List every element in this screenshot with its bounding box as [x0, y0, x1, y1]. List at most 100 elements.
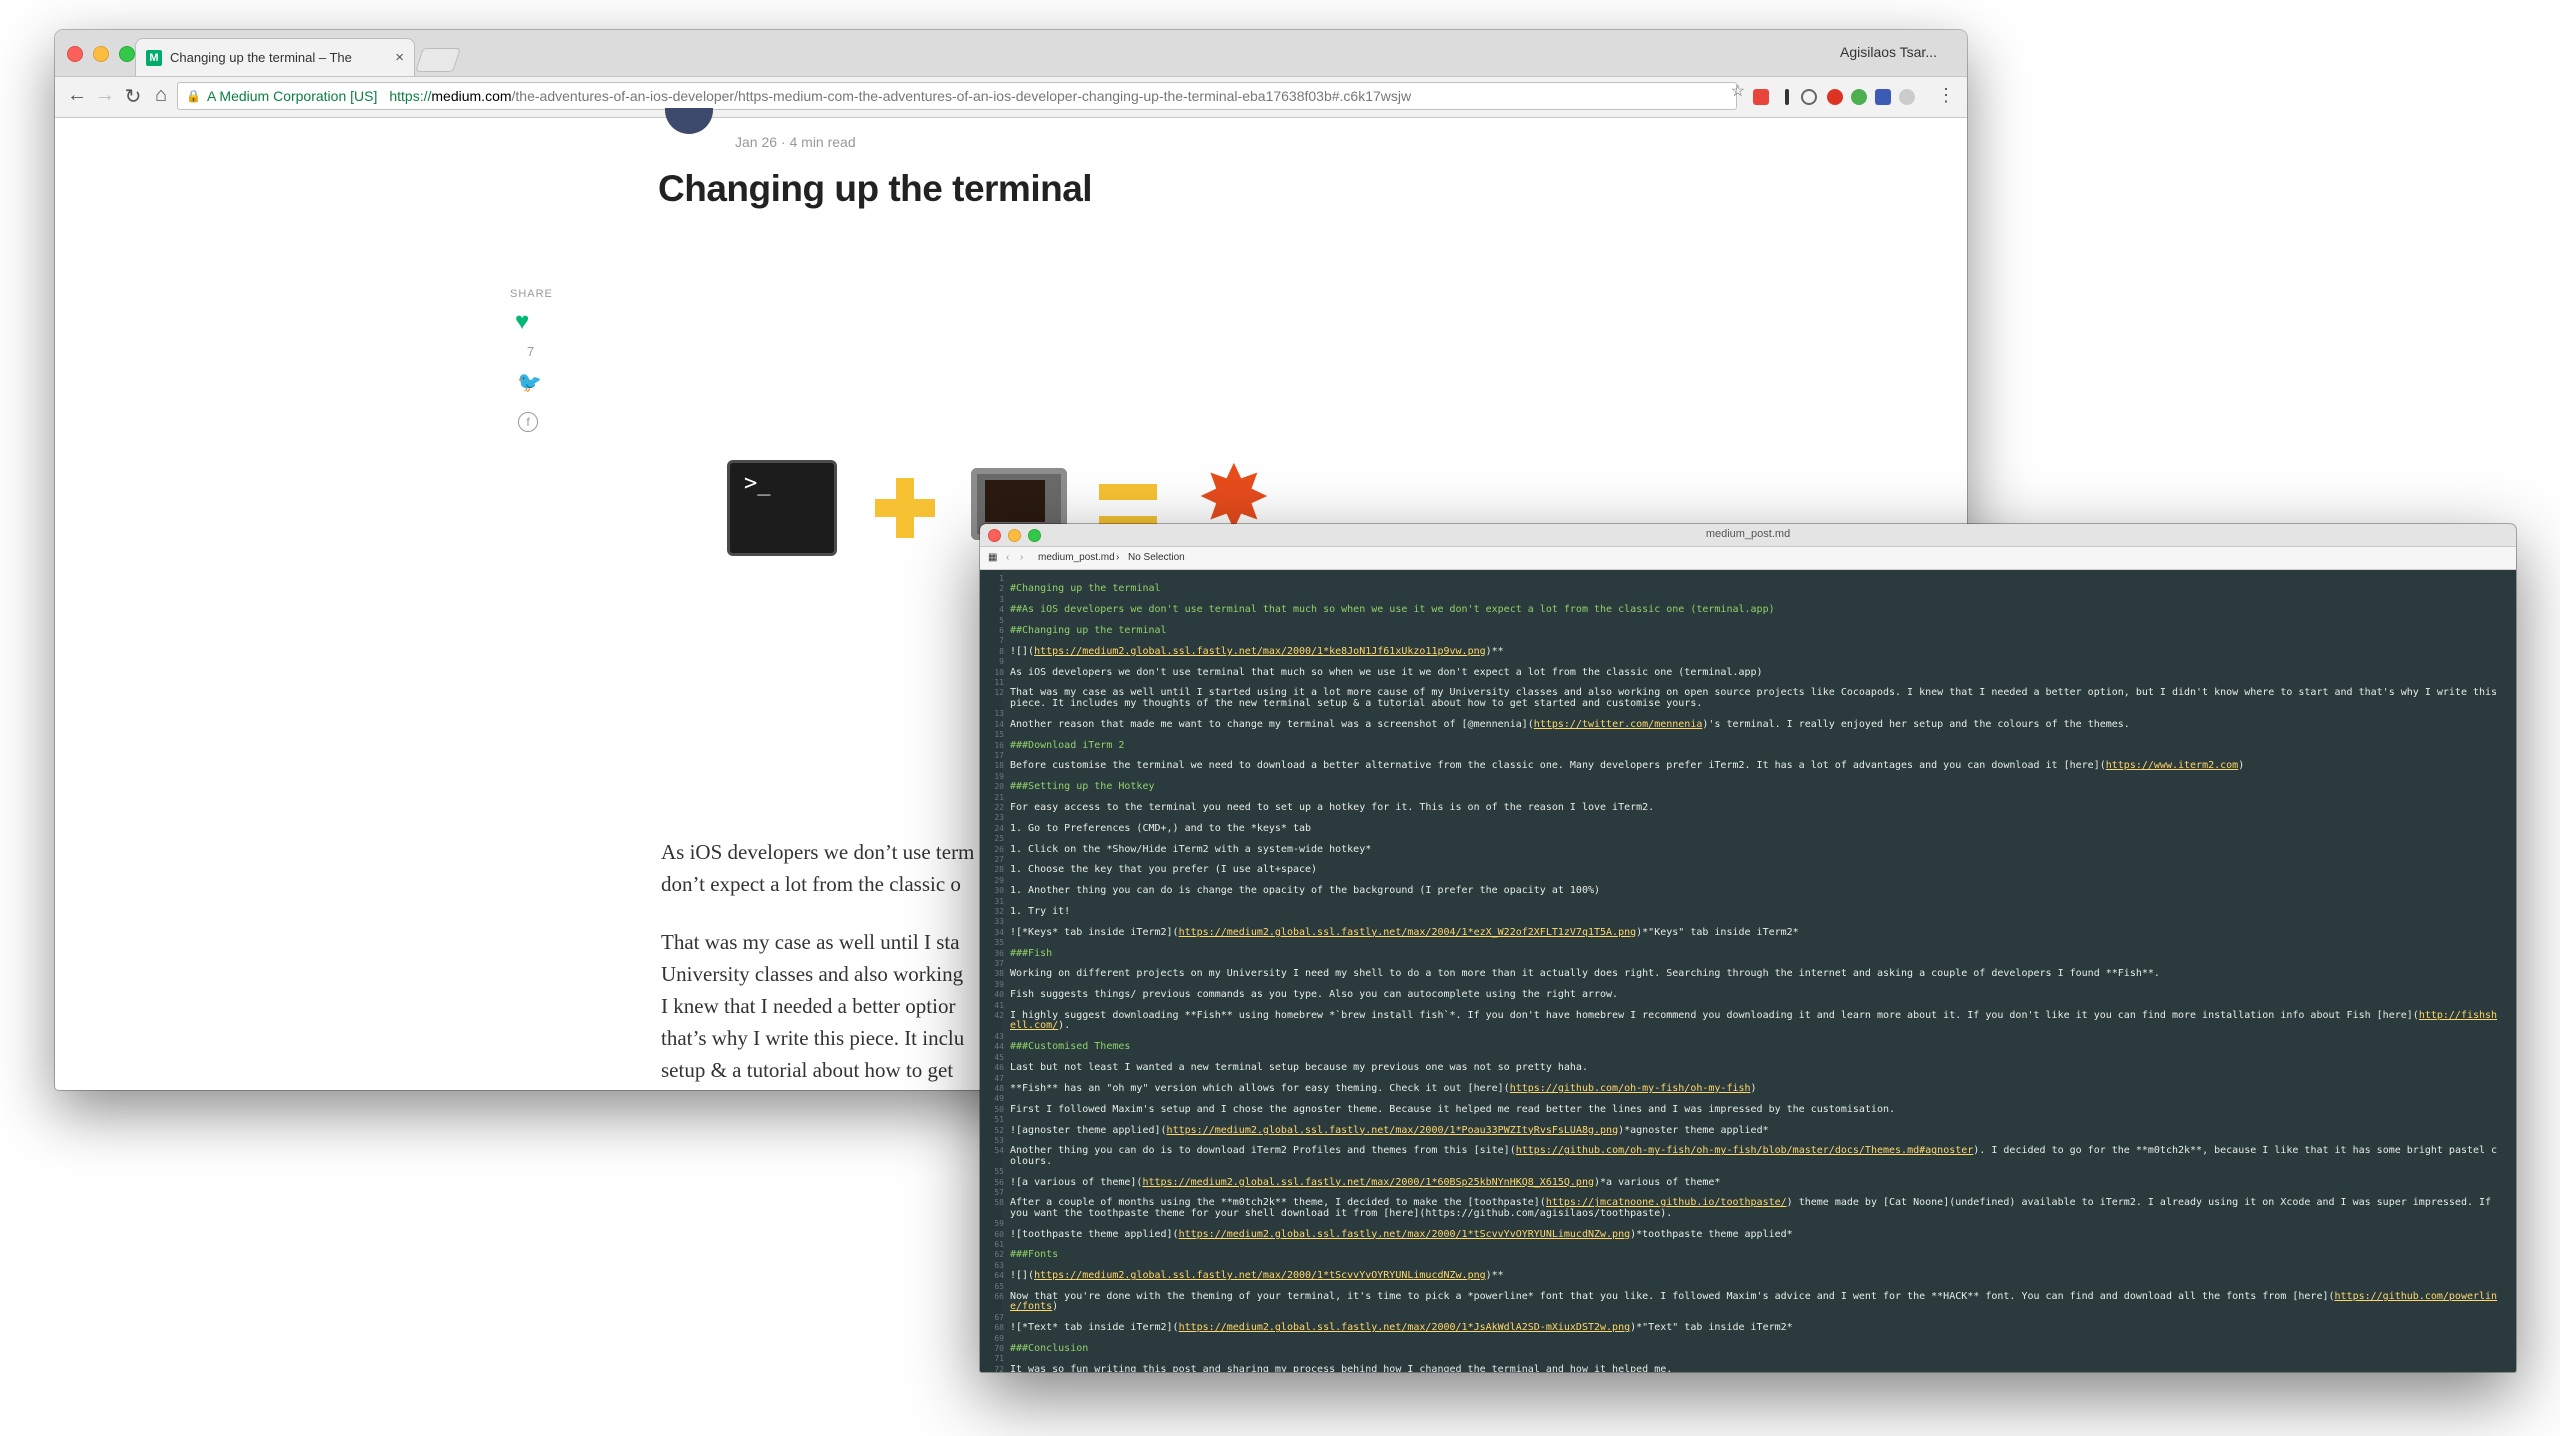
medium-favicon-icon: M — [146, 49, 162, 66]
editor-text — [1010, 1052, 1016, 1063]
close-window-button[interactable] — [67, 46, 83, 62]
editor-text: ) — [1750, 1082, 1757, 1094]
paragraph-line: That was my case as well until I sta — [661, 930, 960, 954]
editor-text: ![]( — [1010, 1270, 1035, 1282]
line-number: 36 — [994, 948, 1004, 958]
line-number: 48 — [994, 1083, 1004, 1093]
line-number: 62 — [994, 1250, 1004, 1260]
editor-text-area[interactable]: 1 2 #Changing up the terminal 3 4 ##As iOS … — [994, 574, 2502, 1372]
editor-text: Working on different projects on my Univ… — [1010, 968, 2160, 980]
facebook-icon[interactable]: f — [518, 412, 538, 432]
back-arrow-icon[interactable]: ← — [65, 84, 89, 107]
reload-icon[interactable]: ↻ — [121, 84, 145, 109]
editor-text: ###Customised Themes — [1010, 1041, 1131, 1053]
line-number: 47 — [994, 1073, 1004, 1083]
jump-selection[interactable]: No Selection — [1128, 552, 1185, 563]
markdown-link[interactable]: https://jmcatnoone.github.io/toothpaste/ — [1546, 1197, 1787, 1208]
tab-title: Changing up the terminal – The — [170, 50, 352, 65]
markdown-link[interactable]: https://medium2.global.ssl.fastly.net/ma… — [1179, 927, 1637, 938]
line-number: 28 — [994, 865, 1004, 875]
line-number: 64 — [994, 1271, 1004, 1281]
browser-toolbar: ← → ↻ ⌂ 🔒 A Medium Corporation [US] http… — [55, 77, 1967, 118]
markdown-link[interactable]: https://medium2.global.ssl.fastly.net/ma… — [1034, 1270, 1486, 1281]
extension-icon[interactable] — [1801, 89, 1817, 105]
line-number: 23 — [994, 813, 1004, 823]
line-number: 49 — [994, 1094, 1004, 1104]
adblock-icon[interactable] — [1827, 89, 1843, 105]
line-number: 19 — [994, 771, 1004, 781]
tab-close-icon[interactable]: × — [395, 49, 404, 66]
markdown-link[interactable]: https://github.com/oh-my-fish/oh-my-fish… — [1516, 1145, 1974, 1156]
editor-text: ![*Keys* tab inside iTerm2]( — [1010, 926, 1179, 938]
jump-file[interactable]: medium_post.md — [1038, 552, 1115, 563]
forward-arrow-icon[interactable]: → — [93, 84, 117, 107]
editor-text: Last but not least I wanted a new termin… — [1010, 1062, 1588, 1074]
back-arrow-icon[interactable]: ‹ — [1006, 552, 1009, 563]
extension-icon[interactable] — [1785, 89, 1789, 105]
editor-text: ![agnoster theme applied]( — [1010, 1124, 1167, 1136]
star-icon[interactable]: ☆ — [1731, 81, 1745, 101]
heart-icon[interactable]: ♥ — [515, 308, 529, 336]
editor-line: 5 — [999, 615, 2502, 626]
address-bar[interactable]: 🔒 A Medium Corporation [US] https://medi… — [177, 82, 1737, 110]
paragraph-line: I knew that I needed a better optior — [661, 994, 956, 1018]
line-number: 29 — [994, 875, 1004, 885]
minimize-window-button[interactable] — [93, 46, 109, 62]
profile-name[interactable]: Agisilaos Tsar... — [1840, 44, 1937, 60]
line-number: 70 — [994, 1344, 1004, 1354]
zoom-window-button[interactable] — [119, 46, 135, 62]
line-number: 26 — [994, 844, 1004, 854]
line-number: 30 — [994, 886, 1004, 896]
markdown-link[interactable]: https://medium2.global.ssl.fastly.net/ma… — [1167, 1125, 1619, 1136]
line-number: 58 — [994, 1198, 1004, 1208]
editor-text — [1010, 750, 1016, 761]
extension-icon[interactable] — [1753, 89, 1769, 105]
line-number: 15 — [994, 730, 1004, 740]
new-tab-button[interactable] — [415, 48, 461, 72]
editor-text: ![toothpaste theme applied]( — [1010, 1228, 1179, 1240]
markdown-link[interactable]: https://medium2.global.ssl.fastly.net/ma… — [1179, 1322, 1631, 1333]
paragraph-2: That was my case as well until I sta Uni… — [661, 926, 1001, 1086]
line-number: 5 — [999, 615, 1004, 625]
editor-line: 32 1. Try it! — [994, 906, 2502, 917]
editor-text — [1010, 656, 1016, 667]
browser-tab[interactable]: M Changing up the terminal – The × — [135, 38, 415, 76]
editor-line: 19 — [994, 772, 2502, 782]
plus-icon — [875, 478, 935, 538]
editor-text — [1010, 635, 1016, 646]
home-icon[interactable]: ⌂ — [149, 84, 173, 107]
editor-text: )*a various of theme* — [1594, 1176, 1721, 1188]
editor-line: 6 ##Changing up the terminal — [999, 625, 2502, 636]
editor-text — [1010, 594, 1016, 605]
markdown-link[interactable]: https://medium2.global.ssl.fastly.net/ma… — [1034, 646, 1486, 657]
grid-icon[interactable]: ▦ — [988, 552, 997, 563]
author-avatar[interactable] — [665, 108, 713, 134]
editor-line: 58 After a couple of months using the **m… — [994, 1197, 2502, 1219]
editor-line: 12 That was my case as well until I start… — [994, 688, 2502, 709]
line-number: 35 — [994, 938, 1004, 948]
editor-line: 56 ![a various of theme](https://medium2.… — [994, 1176, 2502, 1188]
line-number: 9 — [999, 657, 1004, 667]
markdown-link[interactable]: https://medium2.global.ssl.fastly.net/ma… — [1179, 1229, 1631, 1240]
markdown-link[interactable]: https://www.iterm2.com — [2106, 760, 2238, 771]
url-path: /the-adventures-of-an-ios-developer/http… — [511, 88, 1412, 104]
extension-icon[interactable] — [1875, 89, 1891, 105]
extension-icon[interactable] — [1899, 89, 1915, 105]
line-number: 56 — [994, 1177, 1004, 1187]
editor-line: 38 Working on different projects on my Un… — [994, 968, 2502, 980]
markdown-link[interactable]: https://medium2.global.ssl.fastly.net/ma… — [1142, 1177, 1594, 1188]
markdown-link[interactable]: https://twitter.com/mennenia — [1534, 719, 1703, 730]
line-number: 42 — [994, 1011, 1004, 1021]
editor-text — [1010, 615, 1016, 626]
menu-dots-icon[interactable]: ⋮ — [1937, 85, 1955, 106]
extension-icon[interactable] — [1851, 89, 1867, 105]
line-number: 54 — [994, 1146, 1004, 1156]
markdown-link[interactable]: https://github.com/oh-my-fish/oh-my-fish — [1510, 1083, 1751, 1094]
editor-text: 1. Click on the *Show/Hide iTerm2 with a… — [1010, 843, 1372, 855]
editor-text: ) — [2238, 760, 2245, 772]
twitter-icon[interactable]: 🐦 — [517, 370, 542, 395]
forward-arrow-icon[interactable]: › — [1020, 552, 1023, 563]
editor-line: 15 — [994, 730, 2502, 740]
line-number: 18 — [994, 761, 1004, 771]
editor-titlebar: medium_post.md — [980, 524, 2516, 547]
